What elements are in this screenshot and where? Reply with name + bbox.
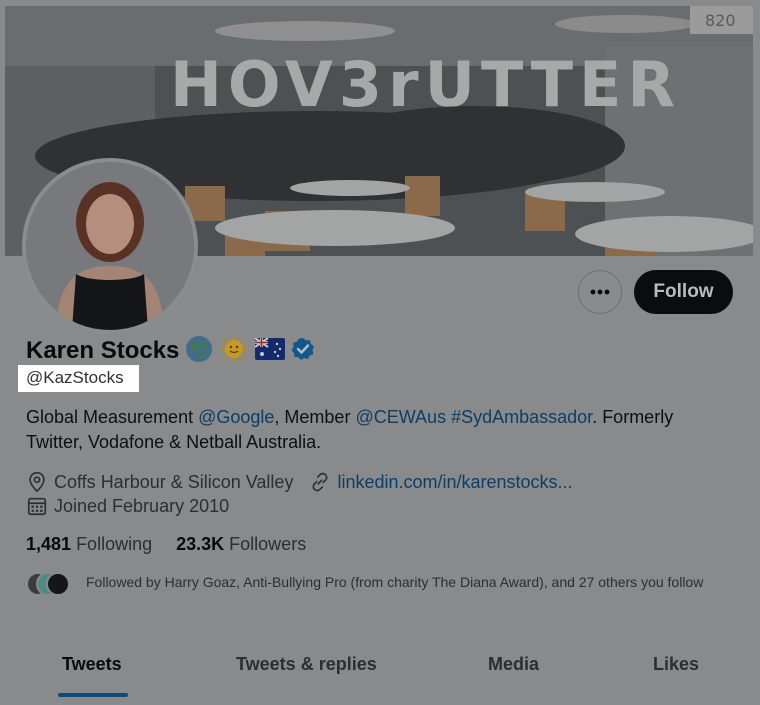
profile-stats: 1,481 Following 23.3K Followers [26,534,306,555]
bio-mention-cewaus[interactable]: @CEWAus [355,407,446,427]
avatar[interactable] [22,158,198,334]
profile-tabs: Tweets Tweets & replies Media Likes [0,640,760,705]
following-label: Following [76,534,153,554]
avatar-photo [26,162,194,330]
wall-sign: 820 [705,11,736,30]
globe-icon [185,335,213,368]
mutual-follower-avatars [26,572,70,596]
bio-text: , Member [274,407,356,427]
sun-icon [219,334,249,369]
more-dots-icon [590,289,610,295]
tab-tweets-replies[interactable]: Tweets & replies [236,654,377,675]
verified-badge-icon[interactable] [291,337,315,366]
followers-link[interactable]: 23.3K Followers [176,534,306,555]
user-handle: @KazStocks [26,368,124,387]
calendar-icon [27,497,47,516]
tab-likes[interactable]: Likes [653,654,699,675]
followed-by-text: Followed by Harry Goaz, Anti-Bullying Pr… [86,574,704,590]
tab-tweets[interactable]: Tweets [62,654,122,675]
profile-meta-row: Joined February 2010 [26,494,229,518]
follow-button[interactable]: Follow [634,270,733,314]
profile-joined-date: Joined February 2010 [54,495,230,516]
link-icon [312,472,328,492]
display-name-row: Karen Stocks [26,334,315,369]
profile-bio: Global Measurement @Google, Member @CEWA… [26,405,726,455]
bio-mention-google[interactable]: @Google [198,407,274,427]
profile-meta-row: Coffs Harbour & Silicon Valley linkedin.… [26,470,573,494]
location-pin-icon [29,472,45,493]
bio-text: Global Measurement [26,407,199,427]
active-tab-indicator [58,693,128,697]
tab-media[interactable]: Media [488,654,539,675]
more-options-button[interactable] [578,270,622,314]
following-count: 1,481 [26,534,72,554]
followers-count: 23.3K [176,534,225,554]
australia-flag-icon [254,336,286,365]
following-link[interactable]: 1,481 Following [26,534,152,555]
profile-location: Coffs Harbour & Silicon Valley [54,471,294,492]
display-name: Karen Stocks [26,337,180,364]
followers-label: Followers [229,534,307,554]
bio-hashtag-sydambassador[interactable]: #SydAmbassador [451,407,592,427]
follow-button-label: Follow [653,281,714,302]
followers-you-know[interactable]: Followed by Harry Goaz, Anti-Bullying Pr… [26,572,736,616]
profile-website-link[interactable]: linkedin.com/in/karenstocks... [337,472,572,493]
